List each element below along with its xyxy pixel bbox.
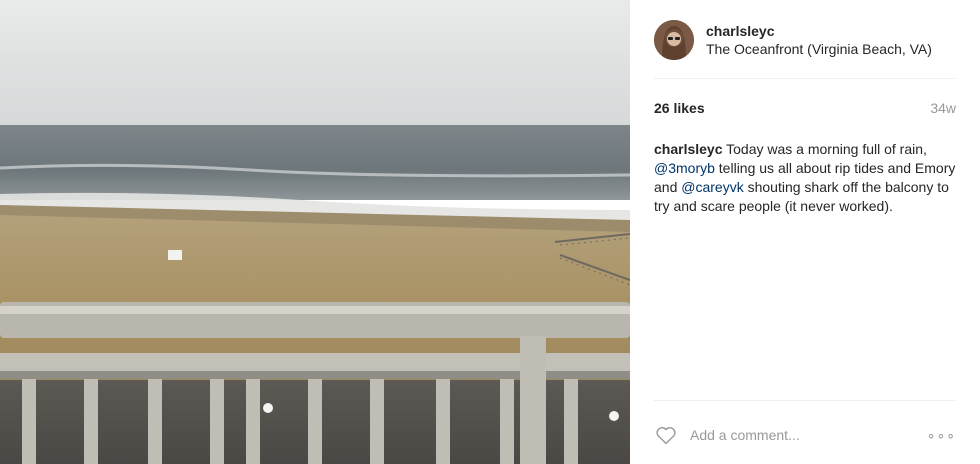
post-header: charlsleyc The Oceanfront (Virginia Beac… bbox=[654, 16, 964, 64]
location-link[interactable]: The Oceanfront (Virginia Beach, VA) bbox=[706, 40, 932, 58]
username-link[interactable]: charlsleyc bbox=[706, 22, 932, 40]
comment-input[interactable]: Add a comment... bbox=[690, 427, 927, 443]
post-photo[interactable] bbox=[0, 0, 630, 464]
comment-bar: Add a comment... ∘∘∘ bbox=[654, 420, 956, 450]
avatar-image bbox=[654, 20, 694, 60]
mention-link[interactable]: @careyvk bbox=[681, 179, 743, 195]
caption-author-link[interactable]: charlsleyc bbox=[654, 141, 723, 157]
divider bbox=[654, 400, 956, 401]
divider bbox=[654, 78, 956, 79]
likes-count[interactable]: 26 likes bbox=[654, 100, 705, 116]
caption-text: Today was a morning full of rain, bbox=[722, 141, 927, 157]
more-options-icon[interactable]: ∘∘∘ bbox=[927, 427, 956, 444]
post-caption: charlsleyc Today was a morning full of r… bbox=[654, 140, 959, 216]
avatar[interactable] bbox=[654, 20, 694, 60]
mention-link[interactable]: @3moryb bbox=[654, 160, 715, 176]
post-container: charlsleyc The Oceanfront (Virginia Beac… bbox=[0, 0, 980, 464]
beach-balcony-photo bbox=[0, 0, 630, 464]
heart-icon[interactable] bbox=[654, 423, 678, 447]
post-age[interactable]: 34w bbox=[930, 100, 956, 116]
post-sidebar: charlsleyc The Oceanfront (Virginia Beac… bbox=[630, 0, 980, 464]
